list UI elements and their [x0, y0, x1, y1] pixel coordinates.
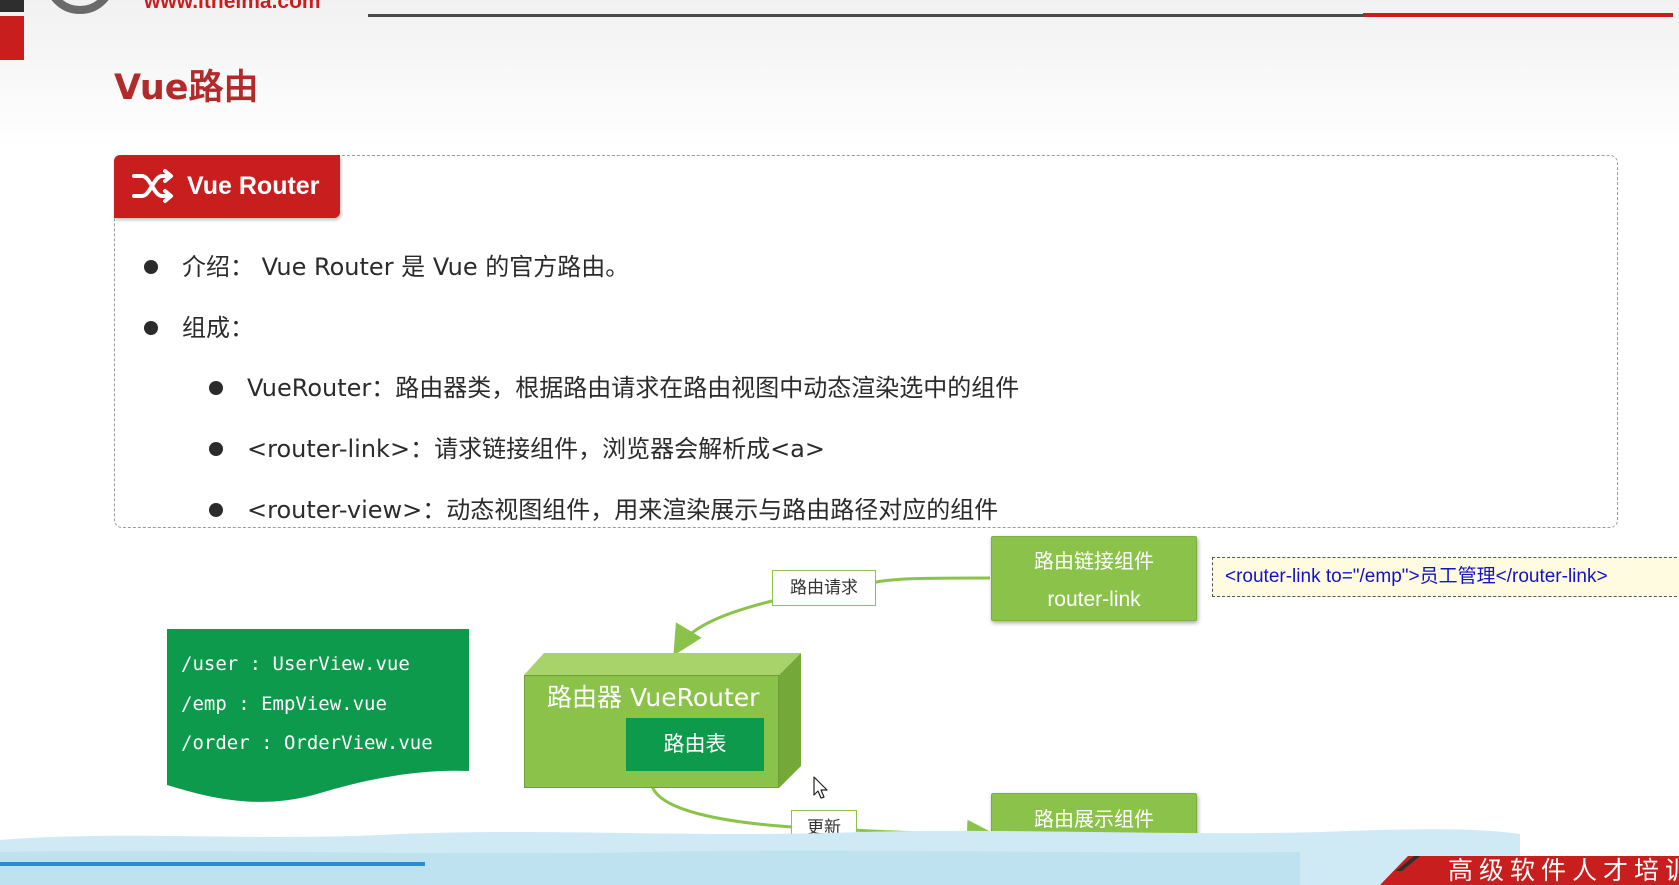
slide: www.itheima.com Vue路由 Vue Router 介绍： Vue… — [0, 0, 1679, 885]
route-entry: /emp : EmpView.vue — [181, 693, 387, 715]
router-link-name: router-link — [1047, 588, 1141, 611]
code-example-note: <router-link to="/emp">员工管理</router-link… — [1212, 557, 1679, 597]
route-table-tag: 路由表 — [626, 718, 764, 771]
request-label: 路由请求 — [772, 570, 876, 606]
route-entry: /user : UserView.vue — [181, 653, 410, 675]
route-table-label: 路由表 — [663, 732, 727, 756]
router-link-title: 路由链接组件 — [1034, 549, 1154, 573]
code-example: <router-link to="/emp">员工管理</router-link… — [1225, 566, 1608, 587]
footer-slogan: 高级软件人才培训 — [1448, 856, 1679, 885]
progress-bar — [0, 862, 425, 866]
router-label: 路由器 VueRouter — [547, 683, 760, 712]
mouse-cursor-icon — [813, 776, 828, 799]
route-entry: /order : OrderView.vue — [181, 732, 433, 754]
router-link-component: 路由链接组件 router-link — [991, 536, 1197, 621]
